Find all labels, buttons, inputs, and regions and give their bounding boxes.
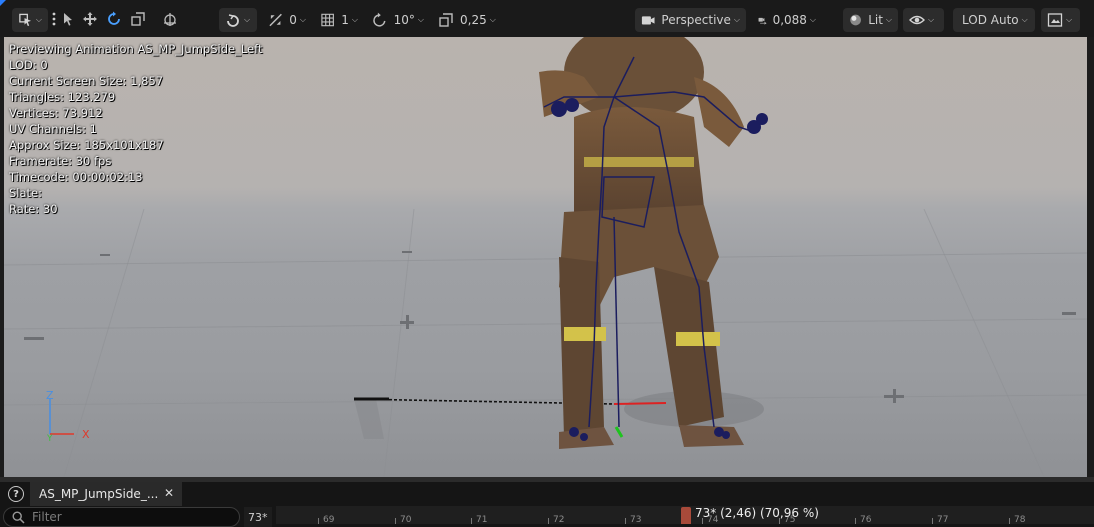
lod-dropdown[interactable]: LOD Auto ⌵ <box>953 8 1035 32</box>
viewport-stats-overlay: Previewing Animation AS_MP_JumpSide_Left… <box>9 41 262 217</box>
grid-snap-icon <box>321 13 334 27</box>
pivot-space-icon[interactable] <box>162 11 178 27</box>
grid-snap-value: 1 <box>341 13 349 27</box>
playhead-handle[interactable] <box>681 507 691 524</box>
scale-icon[interactable] <box>130 11 146 27</box>
tick-mark <box>395 518 396 524</box>
help-icon[interactable]: ? <box>8 486 24 502</box>
grid-snap-button[interactable]: 1 ⌵ <box>314 8 364 32</box>
select-mode-dropdown[interactable]: ⌵ <box>12 8 48 32</box>
animation-preview-viewport[interactable]: Previewing Animation AS_MP_JumpSide_Left… <box>4 37 1087 477</box>
view-mode-label: Perspective <box>661 13 731 27</box>
tick-mark <box>855 518 856 524</box>
surface-snap-icon <box>227 14 239 27</box>
chevron-down-icon: ⌵ <box>1021 15 1028 24</box>
rotation-snap-button[interactable]: 10° ⌵ <box>366 8 430 32</box>
tick-mark <box>548 518 549 524</box>
chevron-down-icon: ⌵ <box>489 15 496 24</box>
tick-mark <box>318 518 319 524</box>
rotate-icon[interactable] <box>106 11 122 27</box>
layout-icon <box>1047 13 1063 27</box>
chevron-down-icon: ⌵ <box>928 15 935 24</box>
axis-gizmo: Z Y X <box>46 389 90 444</box>
surface-snap-dropdown[interactable]: ⌵ <box>219 8 257 32</box>
chevron-down-icon: ⌵ <box>733 15 740 24</box>
stat-line: Framerate: 30 fps <box>9 154 112 168</box>
stat-line: Previewing Animation AS_MP_JumpSide_Left <box>9 42 263 56</box>
tick-mark <box>625 518 626 524</box>
chevron-down-icon: ⌵ <box>244 15 251 24</box>
stat-line: Timecode: 00:00:02:13 <box>9 170 143 184</box>
camera-speed-icon <box>758 17 767 25</box>
view-mode-dropdown[interactable]: Perspective ⌵ <box>635 8 746 32</box>
camera-icon <box>641 16 655 25</box>
translation-snap-icon <box>269 13 282 27</box>
camera-speed-value: 0,088 <box>772 13 807 27</box>
axis-z-label: Z <box>46 389 54 402</box>
character-mesh <box>539 37 768 449</box>
select-mode-icon <box>19 13 32 27</box>
playhead-label: 73* (2,46) (70,96 %) <box>695 506 819 520</box>
stat-line: Rate: 30 <box>9 202 58 216</box>
scale-snap-icon <box>439 13 453 27</box>
tab-animation-asset[interactable]: AS_MP_JumpSide_... ✕ <box>30 482 182 506</box>
tick-mark <box>932 518 933 524</box>
select-arrow-icon[interactable] <box>60 11 76 27</box>
scale-snap-value: 0,25 <box>460 13 487 27</box>
chevron-down-icon: ⌵ <box>35 15 42 24</box>
stat-line: UV Channels: 1 <box>9 122 97 136</box>
show-flags-dropdown[interactable]: ⌵ <box>903 8 944 32</box>
filter-placeholder: Filter <box>32 510 62 524</box>
axis-y-label: Y <box>46 434 53 444</box>
scale-snap-button[interactable]: 0,25 ⌵ <box>432 8 502 32</box>
stat-line: LOD: 0 <box>9 58 48 72</box>
chevron-down-icon: ⌵ <box>885 15 892 24</box>
stat-line: Current Screen Size: 1,857 <box>9 74 164 88</box>
chevron-down-icon: ⌵ <box>1066 15 1073 24</box>
camera-speed-button[interactable]: 0,088 ⌵ <box>752 8 822 32</box>
timeline-panel: ? AS_MP_JumpSide_... ✕ Filter 73* 69 70 … <box>0 482 1094 527</box>
tab-label: AS_MP_JumpSide_... <box>39 487 159 501</box>
viewport-frame-right <box>1087 37 1094 477</box>
stat-line: Vertices: 73.912 <box>9 106 103 120</box>
chevron-down-icon: ⌵ <box>351 15 358 24</box>
translate-icon[interactable] <box>82 11 98 27</box>
tick-mark <box>1009 518 1010 524</box>
current-frame-field[interactable]: 73* <box>244 507 272 527</box>
chevron-down-icon: ⌵ <box>299 15 306 24</box>
chevron-down-icon: ⌵ <box>417 15 424 24</box>
search-icon <box>12 511 25 524</box>
close-icon[interactable]: ✕ <box>164 486 174 500</box>
lit-sphere-icon <box>850 14 861 26</box>
rotation-snap-icon <box>373 12 386 27</box>
stat-line: Triangles: 123.279 <box>9 90 116 104</box>
stat-line: Approx Size: 185x101x187 <box>9 138 164 152</box>
lighting-mode-dropdown[interactable]: Lit ⌵ <box>843 8 898 32</box>
lod-label: LOD Auto <box>962 13 1019 27</box>
viewport-layout-dropdown[interactable]: ⌵ <box>1041 8 1080 32</box>
show-eye-icon <box>909 15 925 25</box>
tick-mark <box>471 518 472 524</box>
lighting-mode-label: Lit <box>868 13 883 27</box>
rotation-snap-value: 10° <box>393 13 415 27</box>
chevron-down-icon: ⌵ <box>809 15 816 24</box>
stat-line: Slate: <box>9 186 43 200</box>
translation-snap-value: 0 <box>289 13 297 27</box>
axis-x-label: X <box>82 428 90 441</box>
viewport-toolbar: ⌵ ⌵ 0 ⌵ 1 ⌵ 10° ⌵ 0,25 ⌵ Perspective ⌵ 0… <box>0 0 1094 37</box>
translation-snap-button[interactable]: 0 ⌵ <box>262 8 312 32</box>
filter-input[interactable]: Filter <box>3 507 240 527</box>
